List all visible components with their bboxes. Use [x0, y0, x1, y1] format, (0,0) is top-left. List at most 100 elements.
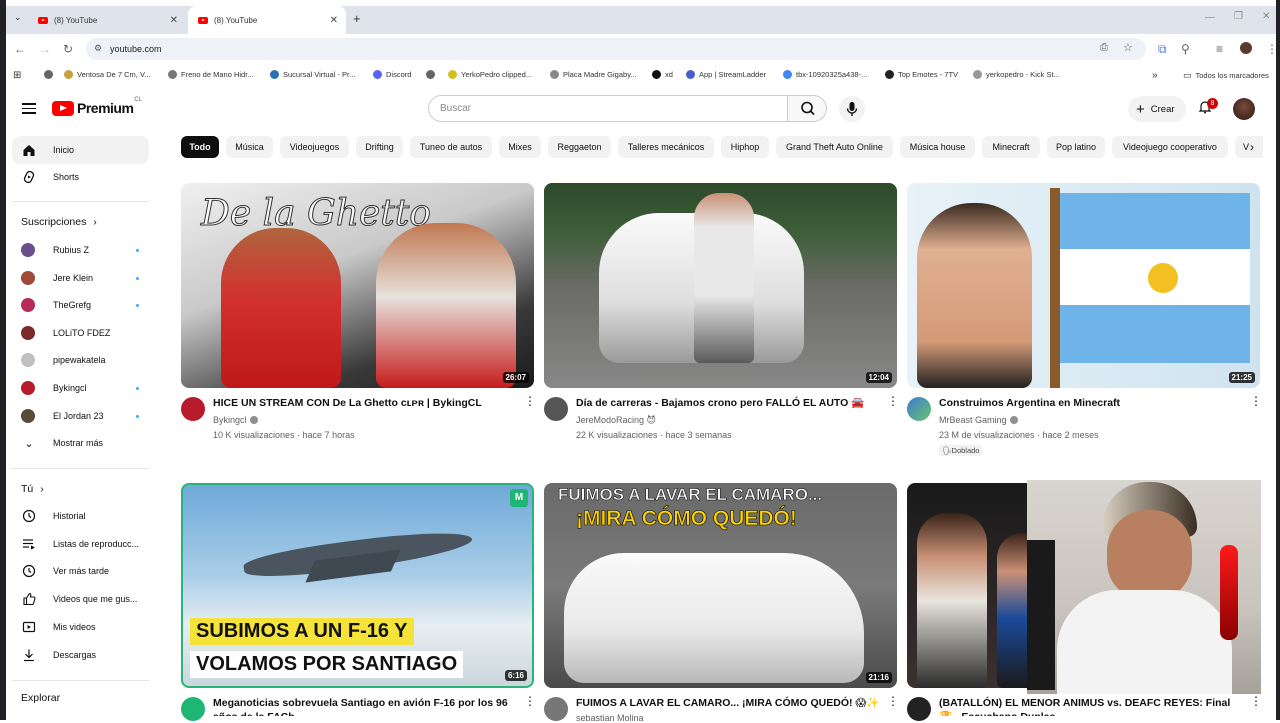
chip-partial[interactable]: V	[1235, 136, 1263, 158]
bookmark-item[interactable]: Top Emotes - 7TV	[885, 70, 958, 79]
all-bookmarks-folder[interactable]: ▭ Todos los marcadores	[1183, 70, 1269, 81]
channel-avatar[interactable]	[544, 697, 568, 721]
bookmark-item[interactable]: App | StreamLadder	[686, 70, 766, 79]
chip[interactable]: Tuneo de autos	[410, 136, 492, 158]
show-more-button[interactable]: ⌄ Mostrar más	[12, 429, 149, 457]
sidebar-item-shorts[interactable]: Shorts	[12, 163, 149, 191]
video-title[interactable]: Construimos Argentina en Minecraft	[939, 396, 1244, 410]
video-title[interactable]: Meganoticias sobrevuela Santiago en avió…	[213, 696, 518, 716]
media-control-icon[interactable]: ≡	[1216, 42, 1223, 56]
create-button[interactable]: + Crear	[1128, 96, 1186, 122]
video-title[interactable]: (BATALLÓN) EL MENOR ANIMUS vs. DEAFC REY…	[939, 696, 1244, 716]
sidebar-item-history[interactable]: Historial	[12, 502, 149, 530]
bookmark-item[interactable]: yerkopedro - Kick St...	[973, 70, 1060, 79]
chip[interactable]: Mixes	[499, 136, 541, 158]
channel-avatar[interactable]	[181, 397, 205, 421]
bookmark-item[interactable]: Sucursal Virtual - Pr...	[270, 70, 355, 79]
chip[interactable]: Música house	[900, 136, 975, 158]
chip[interactable]: Música	[226, 136, 273, 158]
bookmark-item[interactable]: Freno de Mano Hidr...	[168, 70, 254, 79]
more-options-icon[interactable]: ⋮	[524, 395, 536, 407]
sidebar-item-watch-later[interactable]: Ver más tarde	[12, 557, 149, 585]
site-info-icon[interactable]: ⚙	[94, 43, 102, 54]
video-card[interactable]: FUIMOS A LAVAR EL CAMARO... ¡MIRA CÓMO Q…	[544, 483, 899, 723]
more-options-icon[interactable]: ⋮	[524, 695, 536, 707]
sidebar-item-subscription[interactable]: LOLiTO FDEZ	[12, 319, 149, 347]
minimize-icon[interactable]: —	[1205, 12, 1215, 23]
close-tab-icon[interactable]: ✕	[330, 15, 338, 26]
video-thumbnail[interactable]: FUIMOS A LAVAR EL CAMARO... ¡MIRA CÓMO Q…	[544, 483, 897, 688]
sidebar-item-my-videos[interactable]: Mis videos	[12, 613, 149, 641]
bookmark-item[interactable]: Placa Madre Gigaby...	[550, 70, 637, 79]
search-button[interactable]	[787, 95, 827, 122]
sidebar-item-subscription[interactable]: Rubius Z	[12, 236, 149, 264]
more-options-icon[interactable]: ⋮	[887, 695, 899, 707]
sidebar-item-subscription[interactable]: Jere Klein	[12, 264, 149, 292]
chip[interactable]: Drifting	[356, 136, 403, 158]
video-card[interactable]: M SUBIMOS A UN F-16 Y VOLAMOS POR SANTIA…	[181, 483, 536, 721]
you-heading[interactable]: Tú ›	[21, 483, 44, 495]
sidebar-item-liked-videos[interactable]: Videos que me gus...	[12, 585, 149, 613]
bookmark-item[interactable]: Discord	[373, 70, 411, 79]
more-bookmarks-icon[interactable]: »	[1152, 70, 1158, 81]
sidebar-item-playlists[interactable]: Listas de reproducc...	[12, 530, 149, 558]
more-options-icon[interactable]: ⋮	[887, 395, 899, 407]
browser-tab-1[interactable]: (8) YouTube ✕	[28, 6, 186, 34]
sidebar-item-subscription[interactable]: Bykingcl	[12, 374, 149, 402]
bookmark-item[interactable]: tbx-10920325a438-...	[783, 70, 867, 79]
more-options-icon[interactable]: ⋮	[1250, 395, 1262, 407]
restore-icon[interactable]: ❐	[1234, 11, 1243, 22]
chip[interactable]: Pop latino	[1047, 136, 1105, 158]
video-card[interactable]: 21:25 Construimos Argentina en Minecraft…	[907, 183, 1262, 463]
menu-icon[interactable]	[22, 103, 36, 114]
voice-search-button[interactable]	[839, 96, 865, 122]
forward-icon[interactable]: →	[39, 42, 51, 56]
search-input[interactable]: Buscar	[428, 95, 788, 122]
sidebar-item-downloads[interactable]: Descargas	[12, 641, 149, 669]
back-icon[interactable]: ←	[14, 42, 26, 56]
subscriptions-heading[interactable]: Suscripciones ›	[21, 216, 97, 228]
close-window-icon[interactable]: ✕	[1262, 11, 1270, 22]
video-thumbnail[interactable]: 12:04	[544, 183, 897, 388]
chip[interactable]: Videojuego cooperativo	[1112, 136, 1228, 158]
close-tab-icon[interactable]: ✕	[170, 15, 178, 26]
url-bar[interactable]: ⚙ youtube.com ⎙ ☆	[86, 38, 1146, 60]
bookmark-globe-icon[interactable]	[44, 70, 57, 79]
browser-tab-2[interactable]: (8) YouTube ✕	[188, 6, 346, 34]
video-title[interactable]: HICE UN STREAM CON De La Ghetto ᴄʟᴘʀ | B…	[213, 396, 518, 410]
translate-extension-icon[interactable]: ⧉	[1158, 42, 1167, 57]
bookmark-star-icon[interactable]: ☆	[1123, 41, 1133, 54]
bookmark-item[interactable]: YerkoPedro clipped...	[448, 70, 532, 79]
youtube-premium-logo[interactable]: Premium CL	[52, 97, 142, 118]
video-thumbnail[interactable]: M SUBIMOS A UN F-16 Y VOLAMOS POR SANTIA…	[181, 483, 534, 688]
chip[interactable]: Reggaeton	[548, 136, 611, 158]
channel-name[interactable]: MrBeast Gaming	[939, 415, 1018, 425]
video-title[interactable]: Día de carreras - Bajamos crono pero FAL…	[576, 396, 881, 410]
chip[interactable]: Minecraft	[982, 136, 1040, 158]
chip[interactable]: Talleres mecánicos	[618, 136, 714, 158]
account-avatar[interactable]	[1233, 98, 1255, 120]
channel-avatar[interactable]	[181, 697, 205, 721]
chip-all[interactable]: Todo	[181, 136, 219, 158]
channel-name[interactable]: Bykingcl	[213, 415, 258, 425]
channel-avatar[interactable]	[907, 697, 931, 721]
video-thumbnail[interactable]: De la Ghetto 26:07	[181, 183, 534, 388]
tab-search-chevron-icon[interactable]: ⌄	[14, 12, 22, 23]
bookmark-globe-icon[interactable]	[426, 70, 439, 79]
chip[interactable]: Videojuegos	[280, 136, 349, 158]
channel-name[interactable]: sebastian Molina	[576, 713, 644, 723]
sidebar-item-subscription[interactable]: TheGrefg	[12, 291, 149, 319]
more-options-icon[interactable]: ⋮	[1250, 695, 1262, 707]
channel-name[interactable]: JereModoRacing 😈	[576, 415, 656, 426]
bookmark-item[interactable]: Ventosa De 7 Cm, V...	[64, 70, 151, 79]
extensions-icon[interactable]: ⚲	[1181, 42, 1190, 56]
video-card[interactable]: 12:04 Día de carreras - Bajamos crono pe…	[544, 183, 899, 463]
sidebar-item-subscription[interactable]: El Jordan 23	[12, 402, 149, 430]
sidebar-item-home[interactable]: Inicio	[12, 136, 149, 164]
chip[interactable]: Hiphop	[721, 136, 769, 158]
channel-avatar[interactable]	[544, 397, 568, 421]
bookmark-item[interactable]: xd	[652, 70, 673, 79]
video-thumbnail[interactable]: 21:25	[907, 183, 1260, 388]
chevron-right-icon[interactable]: ›	[1250, 140, 1254, 154]
chip[interactable]: Grand Theft Auto Online	[776, 136, 893, 158]
